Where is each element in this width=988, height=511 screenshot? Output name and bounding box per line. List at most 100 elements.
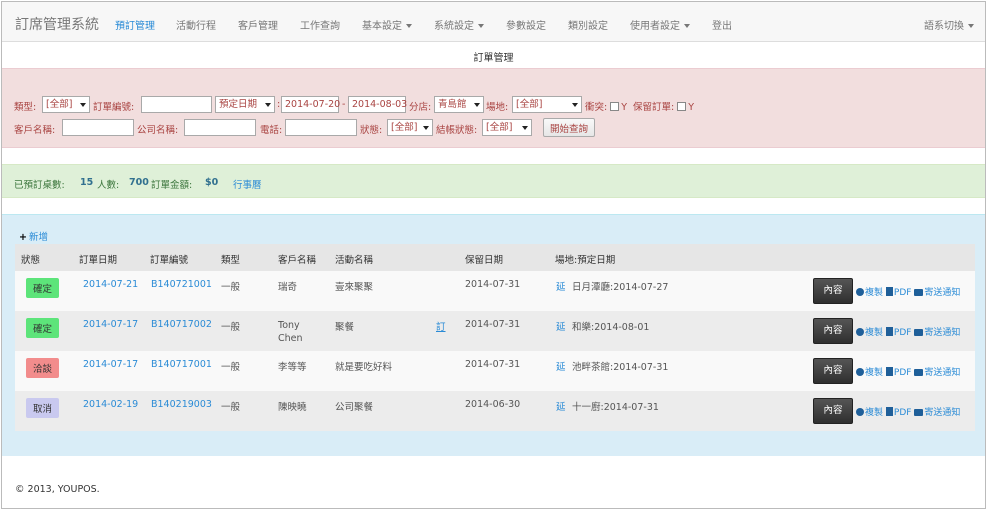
order-no-link[interactable]: B140717001 [151,359,212,370]
pdf-link[interactable]: PDF [894,328,912,338]
date-type-value: 預定日期 [219,99,258,110]
venue-select-value: [全部] [516,99,543,110]
type-select[interactable]: [全部] [42,96,90,113]
detail-button[interactable]: 內容 [813,358,853,384]
row-actions: 複製 PDF 寄送通知 [856,285,960,298]
customer-input[interactable] [62,119,134,136]
venue-extend-link[interactable]: 延 [556,279,566,293]
chevron-down-icon [80,103,86,107]
close-status-select[interactable]: [全部] [482,119,532,136]
nav-customer[interactable]: 客戶管理 [238,17,278,32]
copy-link[interactable]: 複製 [865,288,883,298]
detail-button[interactable]: 內容 [813,318,853,344]
filter-panel: 類型: [全部] 訂單編號: 預定日期 : 2014-07-20 - 2014-… [2,68,985,148]
chevron-down-icon [478,24,484,28]
mail-icon [914,289,924,296]
order-flag[interactable]: 訂 [436,319,446,333]
copy-link[interactable]: 複製 [865,328,883,338]
download-icon [856,408,864,416]
order-date: 2014-02-19 [83,399,139,410]
nav-parameter-settings[interactable]: 參數設定 [506,17,546,32]
status-select[interactable]: [全部] [387,119,433,136]
type-select-value: [全部] [46,99,73,110]
nav-basic-settings[interactable]: 基本設定 [362,17,412,32]
nav-work-query[interactable]: 工作查詢 [300,17,340,32]
date-type-select[interactable]: 預定日期 [215,96,275,113]
order-no-link[interactable]: B140717002 [151,319,212,330]
file-icon [885,367,893,376]
chevron-down-icon [406,24,412,28]
order-type: 一般 [221,402,241,413]
pdf-link[interactable]: PDF [894,408,912,418]
order-no-input[interactable] [141,96,212,113]
nav-user-settings[interactable]: 使用者設定 [630,17,690,32]
table-row: 確定 2014-07-17 B140717002 一般 Tony Chen 聚餐… [15,311,975,351]
nav-basic-settings-label: 基本設定 [362,21,402,32]
venue-extend-link[interactable]: 延 [556,399,566,413]
status-badge: 確定 [26,278,60,298]
phone-input[interactable] [285,119,357,136]
send-notice-link[interactable]: 寄送通知 [924,368,960,378]
send-notice-link[interactable]: 寄送通知 [924,328,960,338]
col-order-no: 訂單編號 [150,255,189,266]
status-label: 狀態: [360,125,383,136]
people-label: 人數: [97,180,120,191]
file-icon [885,327,893,336]
send-notice-link[interactable]: 寄送通知 [924,408,960,418]
date-to-input[interactable]: 2014-08-03 [348,96,407,113]
venue-select[interactable]: [全部] [512,96,582,113]
amount-label: 訂單金額: [151,180,193,191]
copy-link[interactable]: 複製 [865,368,883,378]
pdf-link[interactable]: PDF [894,368,912,378]
send-notice-link[interactable]: 寄送通知 [924,288,960,298]
pdf-link[interactable]: PDF [894,288,912,298]
nav-language-switch[interactable]: 語系切換 [924,17,974,32]
venue-extend-link[interactable]: 延 [556,319,566,333]
venue-date: 十一廚:2014-07-31 [572,402,659,413]
app-brand[interactable]: 訂席管理系統 [15,14,99,34]
customer-label: 客戶名稱: [14,125,56,136]
nav-logout[interactable]: 登出 [712,17,732,32]
date-from-input[interactable]: 2014-07-20 [281,96,340,113]
people-value-text: 700 [129,177,149,188]
footer-copyright: © 2013, YOUPOS. [15,484,100,495]
tables-value: 15 [80,177,93,188]
table-header: 狀態 訂單日期 訂單編號 類型 客戶名稱 活動名稱 保留日期 場地:預定日期 [15,244,975,272]
detail-button[interactable]: 內容 [813,278,853,304]
nav-system-settings[interactable]: 系統設定 [434,17,484,32]
chevron-down-icon [474,103,480,107]
branch-select[interactable]: 青島館 [434,96,484,113]
nav-activity[interactable]: 活動行程 [176,17,216,32]
customer-name: 瑞奇 [278,282,298,293]
conflict-filter: 衝突: Y [585,99,627,113]
nav-language-label: 語系切換 [924,21,964,32]
status-badge: 洽談 [26,358,60,378]
order-no-link[interactable]: B140219003 [151,399,212,410]
row-actions: 複製 PDF 寄送通知 [856,405,960,418]
order-type: 一般 [221,282,241,293]
col-hold-date: 保留日期 [465,255,504,266]
table-row: 洽談 2014-07-17 B140717001 一般 李等等 就是要吃好料 2… [15,351,975,391]
venue-extend-link[interactable]: 延 [556,359,566,373]
copy-link[interactable]: 複製 [865,408,883,418]
reserve-y-label: Y [688,102,695,113]
conflict-checkbox[interactable] [610,102,620,111]
row-actions: 複製 PDF 寄送通知 [856,325,960,338]
company-input[interactable] [184,119,256,136]
nav-reservation[interactable]: 預訂管理 [115,17,155,32]
chevron-down-icon [522,126,528,130]
row-actions: 複製 PDF 寄送通知 [856,365,960,378]
order-no-link[interactable]: B140721001 [151,279,212,290]
table-row: 取消 2014-02-19 B140219003 一般 陳映曉 公司聚餐 201… [15,391,975,431]
add-order-button[interactable]: + 新增 [19,229,48,243]
conflict-y-label: Y [621,102,628,113]
query-button[interactable]: 開始查詢 [543,118,596,137]
nav-category-settings[interactable]: 類別設定 [568,17,608,32]
detail-button[interactable]: 內容 [813,398,853,424]
company-label: 公司名稱: [137,125,179,136]
calendar-link[interactable]: 行事曆 [233,177,262,191]
customer-name: 李等等 [278,362,307,373]
app-window: 訂席管理系統 預訂管理 活動行程 客戶管理 工作查詢 基本設定 系統設定 參數設… [1,1,986,509]
reserve-checkbox[interactable] [677,102,687,111]
mail-icon [914,369,924,376]
